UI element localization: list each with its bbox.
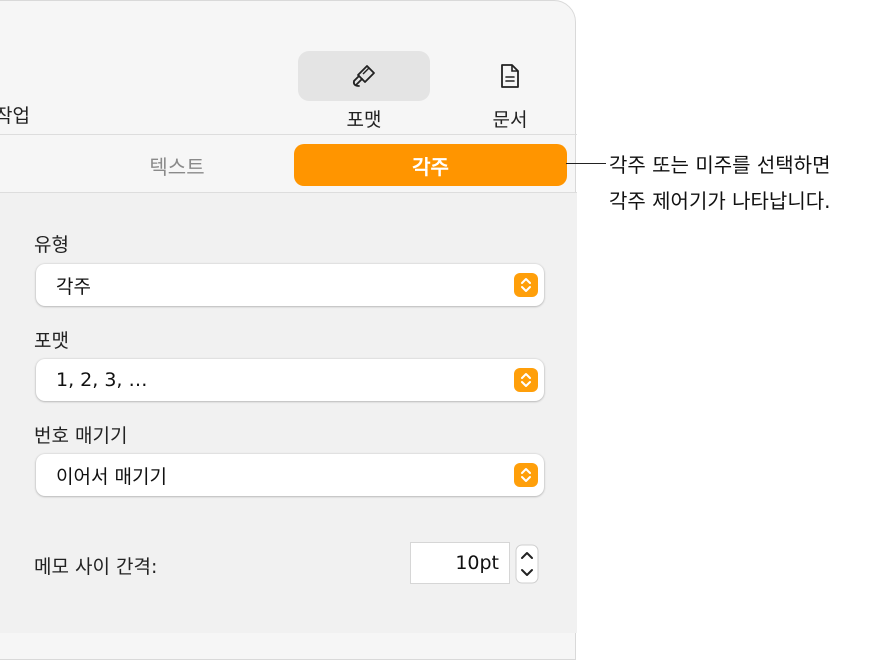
document-icon — [501, 64, 519, 88]
tab-footnotes-label: 각주 — [412, 154, 449, 179]
type-popup[interactable]: 각주 — [36, 264, 544, 306]
callout: 각주 또는 미주를 선택하면 각주 제어기가 나타납니다. — [609, 147, 830, 219]
inspector-panel: 작업 포맷 문서 텍스트 각주 유형 각주 포맷 1, 2, 3, … 번호 매… — [0, 0, 577, 660]
spacing-input[interactable]: 10pt — [410, 542, 510, 584]
spacing-input-value: 10pt — [455, 552, 499, 574]
paintbrush-icon — [352, 65, 375, 87]
type-popup-value: 각주 — [56, 275, 91, 298]
format-button[interactable]: 포맷 — [298, 51, 430, 151]
toolbar-divider — [0, 134, 577, 135]
numbering-label: 번호 매기기 — [34, 425, 128, 447]
tab-footnotes[interactable]: 각주 — [294, 144, 567, 186]
document-button-label: 문서 — [492, 109, 528, 131]
toolbar-item-label-partial[interactable]: 작업 — [0, 101, 30, 128]
format-popup-value: 1, 2, 3, … — [56, 369, 148, 391]
stepper-icon — [515, 544, 539, 584]
tab-text[interactable]: 텍스트 — [61, 144, 293, 186]
chevron-up-down-icon — [514, 368, 538, 392]
format-button-label: 포맷 — [346, 109, 382, 131]
callout-line — [566, 163, 606, 164]
callout-line-1: 각주 또는 미주를 선택하면 — [609, 153, 831, 177]
format-label: 포맷 — [34, 330, 69, 352]
callout-line-2: 각주 제어기가 나타납니다. — [609, 189, 831, 213]
document-button[interactable]: 문서 — [444, 51, 576, 151]
tab-text-label: 텍스트 — [149, 154, 205, 179]
chevron-up-down-icon — [514, 273, 538, 297]
spacing-stepper[interactable] — [515, 544, 539, 584]
numbering-popup-value: 이어서 매기기 — [56, 465, 167, 488]
chevron-up-down-icon — [514, 463, 538, 487]
type-label: 유형 — [34, 234, 69, 256]
numbering-popup[interactable]: 이어서 매기기 — [36, 454, 544, 496]
spacing-label: 메모 사이 간격: — [34, 556, 158, 578]
format-popup[interactable]: 1, 2, 3, … — [36, 359, 544, 401]
